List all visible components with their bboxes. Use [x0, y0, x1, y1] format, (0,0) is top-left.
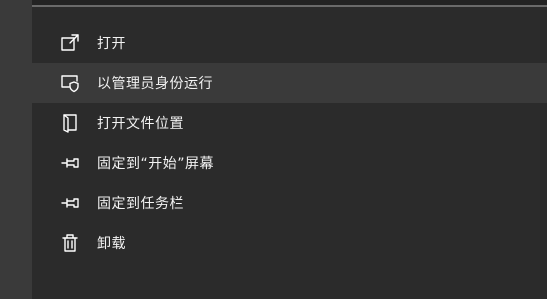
- open-external-icon: [59, 32, 81, 54]
- pin-icon: [59, 152, 81, 174]
- folder-open-icon: [59, 112, 81, 134]
- menu-item-label: 固定到“开始”屏幕: [97, 156, 215, 172]
- trash-icon: [59, 232, 81, 254]
- menu-item-label: 卸载: [97, 236, 126, 252]
- context-menu: 打开 以管理员身份运行 打开文件位置 固定到“开始”屏幕 固定到任务栏 卸载: [32, 0, 547, 299]
- menu-item-open-file-location[interactable]: 打开文件位置: [32, 103, 547, 143]
- background-strip: [0, 0, 32, 299]
- menu-item-pin-to-start[interactable]: 固定到“开始”屏幕: [32, 143, 547, 183]
- menu-item-label: 以管理员身份运行: [97, 76, 213, 92]
- context-menu-items: 打开 以管理员身份运行 打开文件位置 固定到“开始”屏幕 固定到任务栏 卸载: [32, 23, 547, 263]
- menu-item-label: 固定到任务栏: [97, 196, 184, 212]
- shield-window-icon: [59, 72, 81, 94]
- menu-item-pin-to-taskbar[interactable]: 固定到任务栏: [32, 183, 547, 223]
- menu-item-label: 打开文件位置: [97, 116, 184, 132]
- menu-item-open[interactable]: 打开: [32, 23, 547, 63]
- pin-icon: [59, 192, 81, 214]
- menu-item-run-as-admin[interactable]: 以管理员身份运行: [32, 63, 547, 103]
- menu-item-uninstall[interactable]: 卸载: [32, 223, 547, 263]
- menu-item-label: 打开: [97, 36, 126, 52]
- menu-top-divider: [32, 0, 547, 7]
